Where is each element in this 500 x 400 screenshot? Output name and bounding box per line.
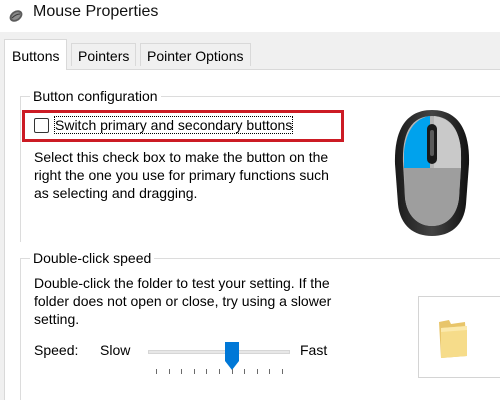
folder-icon[interactable] [437, 318, 469, 360]
slider-tick [232, 369, 233, 374]
mouse-icon [394, 110, 470, 236]
slider-tick [206, 369, 207, 374]
slider-tick [244, 369, 245, 374]
switch-buttons-checkbox[interactable] [34, 118, 49, 133]
slider-track[interactable] [148, 350, 290, 354]
slow-label: Slow [100, 342, 131, 358]
tab-pointers[interactable]: Pointers [71, 43, 137, 66]
title-bar: Mouse Properties [0, 0, 500, 32]
double-click-description-line-2: folder does not open or close, try using… [34, 293, 332, 309]
slider-thumb[interactable] [224, 341, 240, 371]
double-click-speed-slider[interactable] [148, 339, 290, 377]
button-configuration-heading: Button configuration [30, 88, 161, 104]
window-title: Mouse Properties [33, 3, 159, 20]
switch-buttons-label[interactable]: Switch primary and secondary buttons [54, 116, 294, 134]
tab-pointer-options[interactable]: Pointer Options [140, 43, 251, 66]
slider-tick [257, 369, 258, 374]
slider-tick [282, 369, 283, 374]
double-click-description-line-3: setting. [34, 311, 80, 327]
slider-tick [156, 369, 157, 374]
button-configuration-description-line-3: as selecting and dragging. [34, 185, 198, 201]
speed-label: Speed: [34, 342, 79, 358]
tab-buttons[interactable]: Buttons [4, 39, 68, 70]
fast-label: Fast [300, 342, 328, 358]
mouse-icon [9, 10, 23, 22]
double-click-description-line-1: Double-click the folder to test your set… [34, 275, 330, 291]
slider-tick [219, 369, 220, 374]
double-click-speed-heading: Double-click speed [30, 250, 155, 266]
slider-tick [169, 369, 170, 374]
button-configuration-description-line-2: right the one you use for primary functi… [34, 167, 329, 183]
button-configuration-description-line-1: Select this check box to make the button… [34, 149, 329, 165]
slider-tick [269, 369, 270, 374]
mouse-preview [366, 102, 500, 242]
slider-tick [194, 369, 195, 374]
slider-tick [181, 369, 182, 374]
